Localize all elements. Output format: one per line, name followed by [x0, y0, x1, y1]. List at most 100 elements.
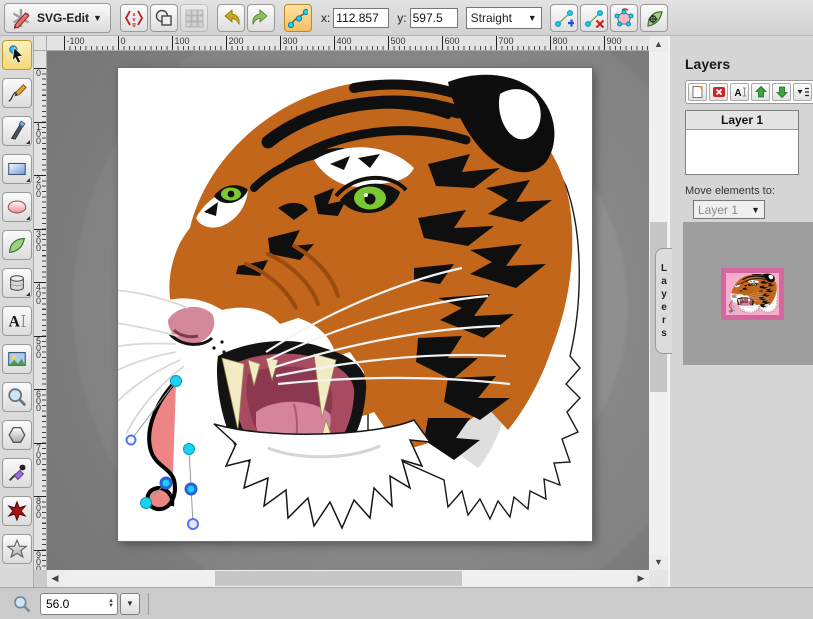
- layers-panel: Layers A: [670, 36, 813, 587]
- layer-list: Layer 1: [685, 110, 799, 175]
- ruler-horizontal: -10001002003004005006007008009001000: [47, 36, 649, 51]
- delete-node-button[interactable]: [580, 4, 608, 32]
- shape-library-button[interactable]: [2, 268, 32, 298]
- y-coordinate-input[interactable]: [410, 8, 458, 28]
- path-edit-mode-button[interactable]: [284, 4, 312, 32]
- canvas-artwork[interactable]: [118, 68, 592, 541]
- ruler-tick: 8 0 0: [34, 496, 46, 497]
- ruler-tick: 300: [280, 36, 281, 50]
- workspace[interactable]: [47, 51, 649, 570]
- reorient-path-button[interactable]: [640, 4, 668, 32]
- ruler-tick: 6 0 0: [34, 389, 46, 390]
- new-layer-button[interactable]: [688, 83, 707, 101]
- zoom-icon: [12, 594, 32, 614]
- zoom-preset-dropdown[interactable]: ▼: [120, 593, 140, 615]
- redo-icon: [251, 8, 271, 28]
- move-elements-select[interactable]: Layer 1 ▼: [693, 200, 765, 219]
- image-tool-button[interactable]: [2, 344, 32, 374]
- control-handle[interactable]: [127, 436, 136, 445]
- zoom-level-box: ▲ ▼: [40, 593, 118, 615]
- select-tool-button[interactable]: [2, 40, 32, 70]
- layer-menu-button[interactable]: [793, 83, 812, 101]
- ruler-tick: 2 0 0: [34, 175, 46, 176]
- layer-row[interactable]: Layer 1: [686, 111, 798, 130]
- polygon-tool-button[interactable]: [2, 420, 32, 450]
- svg-text:g: g: [132, 22, 135, 28]
- scroll-up-button[interactable]: ▲: [649, 36, 668, 52]
- new-layer-icon: [691, 85, 705, 99]
- control-point-selected[interactable]: [161, 478, 171, 488]
- scroll-down-button[interactable]: ▼: [649, 554, 668, 570]
- svg-canvas[interactable]: [118, 68, 592, 541]
- text-tool-icon: A: [6, 310, 28, 332]
- svg-text:A: A: [8, 314, 20, 331]
- pencil-tool-button[interactable]: [2, 78, 32, 108]
- layers-side-tab[interactable]: L a y e r s: [655, 248, 672, 354]
- shapes-overlap-button[interactable]: [150, 4, 178, 32]
- layers-panel-title: Layers: [685, 56, 813, 72]
- path-tool-button[interactable]: [2, 230, 32, 260]
- thumbnail-artwork: [726, 273, 779, 315]
- ruler-tick: 1 0 0: [34, 122, 46, 123]
- text-tool-button[interactable]: A: [2, 306, 32, 336]
- tiger-drawing[interactable]: [118, 75, 580, 528]
- add-node-button[interactable]: [550, 4, 578, 32]
- ruler-tick: 4 0 0: [34, 282, 46, 283]
- ruler-tick: 3 0 0: [34, 229, 46, 230]
- redo-button[interactable]: [247, 4, 275, 32]
- segment-type-value: Straight: [471, 11, 512, 25]
- chevron-down-icon: ▼: [751, 205, 760, 215]
- ruler-tick: 5 0 0: [34, 336, 46, 337]
- ruler-tick: 700: [496, 36, 497, 50]
- chevron-down-icon: ▼: [528, 13, 537, 23]
- line-tool-button[interactable]: [2, 116, 32, 146]
- move-layer-down-button[interactable]: [772, 83, 791, 101]
- move-elements-label: Move elements to:: [685, 185, 813, 197]
- control-point-selected[interactable]: [186, 484, 196, 494]
- preview-area: [683, 222, 813, 365]
- scroll-right-button[interactable]: ▶: [633, 570, 649, 587]
- zoom-tool-button[interactable]: [2, 382, 32, 412]
- path-tool-icon: [6, 234, 28, 256]
- path-edit-overlay[interactable]: [127, 376, 199, 530]
- undo-button[interactable]: [217, 4, 245, 32]
- control-point[interactable]: [184, 444, 195, 455]
- grid-button[interactable]: [180, 4, 208, 32]
- rectangle-tool-button[interactable]: [2, 154, 32, 184]
- rectangle-tool-icon: [6, 158, 28, 180]
- svg-text:A: A: [734, 88, 741, 99]
- rename-layer-icon: A: [733, 85, 747, 99]
- zoom-spinner[interactable]: ▲ ▼: [108, 599, 114, 609]
- spiro-tool-button[interactable]: [2, 496, 32, 526]
- source-code-icon: s v g: [124, 8, 144, 28]
- scroll-left-button[interactable]: ◀: [47, 570, 63, 587]
- control-point[interactable]: [141, 498, 152, 509]
- delete-layer-button[interactable]: [709, 83, 728, 101]
- star-tool-button[interactable]: [2, 534, 32, 564]
- segment-type-select[interactable]: Straight ▼: [466, 7, 542, 29]
- delete-node-icon: [584, 8, 604, 28]
- grid-icon: [184, 8, 204, 28]
- chevron-down-icon: ▼: [93, 13, 102, 23]
- statusbar-separator: [148, 593, 149, 615]
- close-path-button[interactable]: [610, 4, 638, 32]
- zoom-level-input[interactable]: [44, 596, 88, 612]
- source-code-button[interactable]: s v g: [120, 4, 148, 32]
- control-handle[interactable]: [188, 519, 198, 529]
- rename-layer-button[interactable]: A: [730, 83, 749, 101]
- ruler-tick: -100: [64, 36, 65, 50]
- spinner-down-icon: ▼: [108, 604, 114, 609]
- spiro-tool-icon: [6, 500, 28, 522]
- x-coordinate-input[interactable]: [333, 8, 389, 28]
- ruler-corner: [34, 36, 47, 51]
- y-label: y:: [397, 11, 406, 25]
- horizontal-scrollbar[interactable]: ◀ ▶: [47, 570, 649, 587]
- eyedropper-tool-button[interactable]: [2, 458, 32, 488]
- horizontal-scroll-thumb[interactable]: [215, 571, 462, 586]
- main-menu-button[interactable]: SVG-Edit ▼: [4, 3, 111, 33]
- move-layer-up-button[interactable]: [751, 83, 770, 101]
- layer-list-body[interactable]: [686, 130, 798, 174]
- ellipse-tool-button[interactable]: [2, 192, 32, 222]
- control-point[interactable]: [171, 376, 182, 387]
- x-label: x:: [321, 11, 330, 25]
